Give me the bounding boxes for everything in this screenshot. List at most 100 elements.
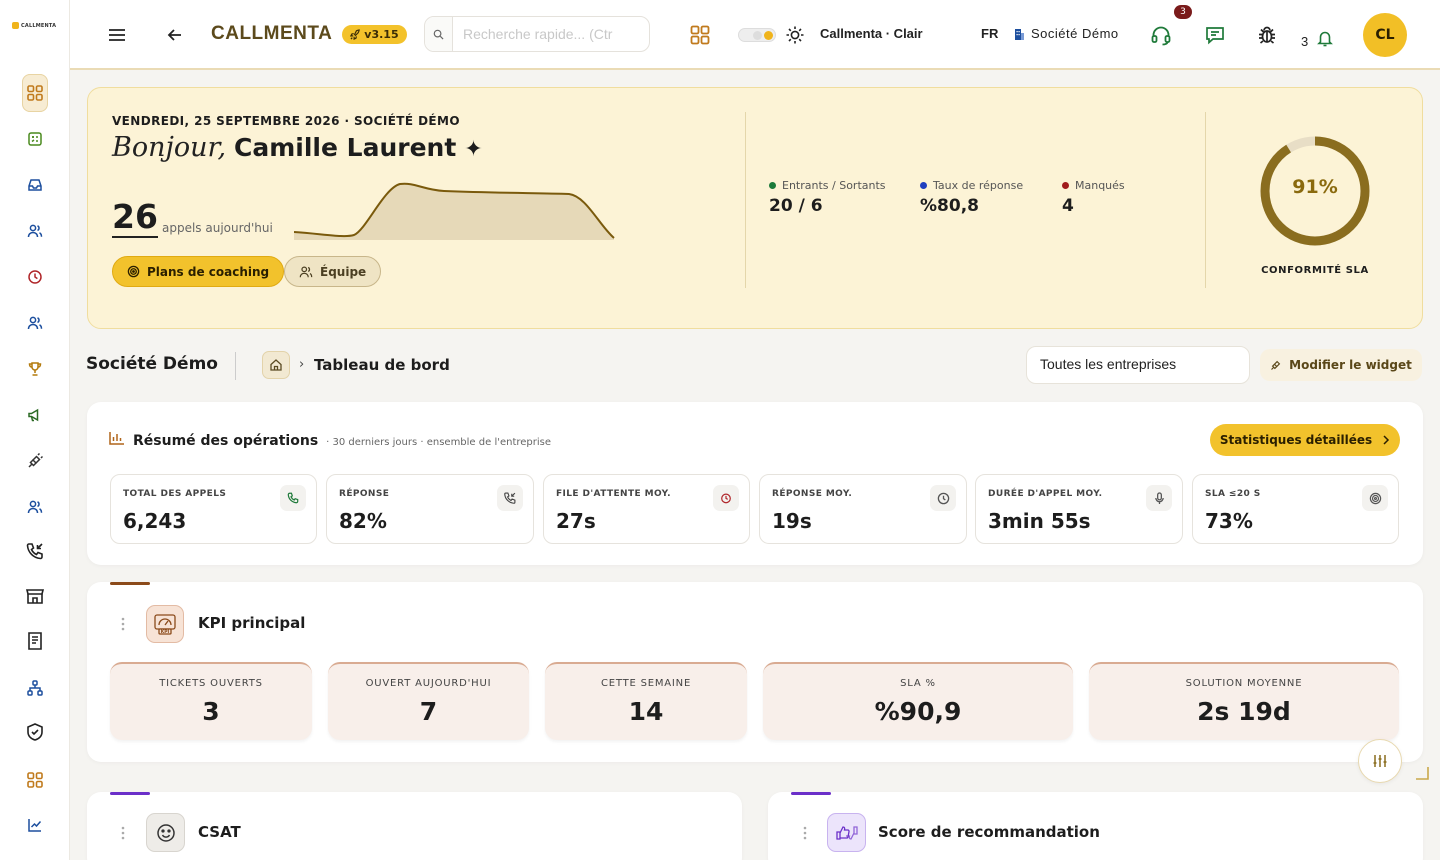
apps-button[interactable] (689, 24, 711, 46)
sliders-icon (1373, 755, 1387, 767)
metric-avg-queue[interactable]: FILE D'ATTENTE MOY. 27s (543, 474, 750, 544)
store-icon (25, 589, 45, 604)
resize-handle-icon[interactable] (1414, 765, 1430, 781)
sidebar-item-campaigns[interactable] (22, 402, 48, 428)
theme-label[interactable]: Callmenta · Clair (820, 26, 923, 41)
headset-icon (1151, 26, 1171, 46)
phone-incoming-icon (26, 543, 43, 560)
metric-response[interactable]: RÉPONSE 82% (326, 474, 534, 544)
sla-value: 91% (1292, 176, 1338, 198)
phone-icon (287, 492, 299, 504)
sidebar-item-security[interactable] (22, 719, 48, 745)
breadcrumb-current: Tableau de bord (314, 356, 450, 374)
sidebar-item-calls[interactable] (22, 538, 48, 564)
messages-button[interactable] (1204, 24, 1226, 46)
customize-widgets-button[interactable] (1358, 739, 1402, 783)
card-accent (110, 582, 150, 585)
search-input[interactable] (463, 19, 643, 49)
sidebar-item-org-chart[interactable] (22, 675, 48, 701)
company-select[interactable]: Toutes les entreprises (1026, 346, 1250, 384)
support-badge: 3 (1174, 5, 1192, 19)
line-chart-icon (28, 819, 42, 832)
calls-sparkline (294, 182, 615, 240)
drag-handle-icon[interactable] (121, 617, 125, 631)
theme-toggle[interactable] (738, 28, 776, 42)
menu-button[interactable] (107, 25, 127, 45)
language-switch[interactable]: FR (981, 26, 998, 41)
stat-missed-label: Manqués (1062, 179, 1125, 192)
sidebar-item-store[interactable] (22, 583, 48, 609)
operations-subtitle: · 30 derniers jours · ensemble de l'entr… (326, 437, 552, 448)
greeting-text: Bonjour, (112, 132, 227, 163)
metric-icon-box (1146, 485, 1172, 511)
kpi-gauge-icon: KPI (154, 614, 176, 635)
drag-handle-icon[interactable] (121, 826, 125, 840)
support-button[interactable]: 3 (1150, 5, 1192, 46)
hierarchy-icon (27, 680, 43, 696)
tile-value: 3 (202, 697, 220, 726)
thumbs-icon (835, 825, 858, 840)
kpi-title: KPI principal (198, 614, 306, 632)
sidebar-item-users[interactable] (22, 218, 48, 244)
breadcrumb-home[interactable] (262, 351, 290, 379)
users-icon (27, 500, 43, 514)
bug-report-button[interactable] (1256, 24, 1278, 46)
sidebar-logo[interactable]: CALLMENTA (12, 22, 56, 29)
metric-avg-response[interactable]: RÉPONSE MOY. 19s (759, 474, 967, 544)
timer-icon (721, 493, 731, 504)
sidebar-item-inbox[interactable] (22, 172, 48, 198)
phone-incoming-icon (504, 492, 516, 504)
topbar: CALLMENTA v3.15 Callmenta · Clair FR Soc… (70, 0, 1440, 70)
bar-chart-icon (109, 432, 124, 445)
kpi-tile-sla[interactable]: SLA % %90,9 (763, 662, 1073, 740)
kpi-tile-avg-resolution[interactable]: SOLUTION MOYENNE 2s 19d (1089, 662, 1399, 740)
search-box[interactable] (424, 16, 650, 52)
kpi-icon-text: KPI (161, 629, 170, 635)
sidebar-item-widgets[interactable] (22, 767, 48, 793)
sidebar-item-achievements[interactable] (22, 356, 48, 382)
stat-inbound-outbound-label: Entrants / Sortants (769, 179, 886, 192)
kpi-tile-opened-today[interactable]: OUVERT AUJOURD'HUI 7 (328, 662, 529, 740)
company-switch[interactable]: Société Démo (1014, 26, 1119, 41)
team-button[interactable]: Équipe (284, 256, 382, 287)
kpi-tile-open-tickets[interactable]: TICKETS OUVERTS 3 (110, 662, 312, 740)
status-dot (1062, 182, 1069, 189)
metric-icon-box (1362, 485, 1388, 511)
divider (745, 112, 746, 288)
user-avatar[interactable]: CL (1363, 13, 1407, 57)
sla-label: CONFORMITÉ SLA (1261, 265, 1369, 276)
user-name: Camille Laurent (234, 133, 457, 162)
sidebar-item-teams[interactable] (22, 494, 48, 520)
coaching-plans-button[interactable]: Plans de coaching (112, 256, 285, 287)
hamburger-icon (109, 29, 125, 41)
notifications-button[interactable]: 3 (1301, 26, 1334, 49)
sidebar-item-reports[interactable] (22, 126, 48, 152)
kpi-tile-this-week[interactable]: CETTE SEMAINE 14 (545, 662, 747, 740)
metric-label: TOTAL DES APPELS (123, 489, 227, 499)
card-accent (791, 792, 831, 795)
metric-total-calls[interactable]: TOTAL DES APPELS 6,243 (110, 474, 317, 544)
metric-value: 3min 55s (988, 509, 1091, 533)
drag-handle-icon[interactable] (803, 826, 807, 840)
metric-icon-box (713, 485, 739, 511)
edit-widget-button[interactable]: Modifier le widget (1260, 349, 1422, 381)
back-button[interactable] (166, 26, 184, 44)
sparkle-icon: ✦ (464, 137, 483, 162)
operations-title-row: Résumé des opérations · 30 derniers jour… (109, 431, 551, 449)
tile-value: %90,9 (874, 697, 962, 726)
sidebar-item-agents[interactable] (22, 310, 48, 336)
sidebar-item-dashboard[interactable] (22, 74, 48, 112)
metric-sla-20s[interactable]: SLA ≤20 S 73% (1192, 474, 1399, 544)
metric-label: FILE D'ATTENTE MOY. (556, 489, 671, 499)
detailed-stats-button[interactable]: Statistiques détaillées (1210, 424, 1400, 456)
sun-icon (785, 25, 805, 45)
brand-block: CALLMENTA v3.15 (211, 23, 407, 45)
stat-label-text: Manqués (1075, 179, 1125, 192)
coaching-plans-label: Plans de coaching (147, 264, 270, 279)
stat-label-text: Taux de réponse (933, 179, 1024, 192)
sidebar-item-integrations[interactable] (22, 448, 48, 474)
sidebar-item-documents[interactable] (22, 628, 48, 654)
sidebar-item-history[interactable] (22, 264, 48, 290)
metric-avg-call-duration[interactable]: DURÉE D'APPEL MOY. 3min 55s (975, 474, 1183, 544)
sidebar-item-analytics[interactable] (22, 812, 48, 838)
